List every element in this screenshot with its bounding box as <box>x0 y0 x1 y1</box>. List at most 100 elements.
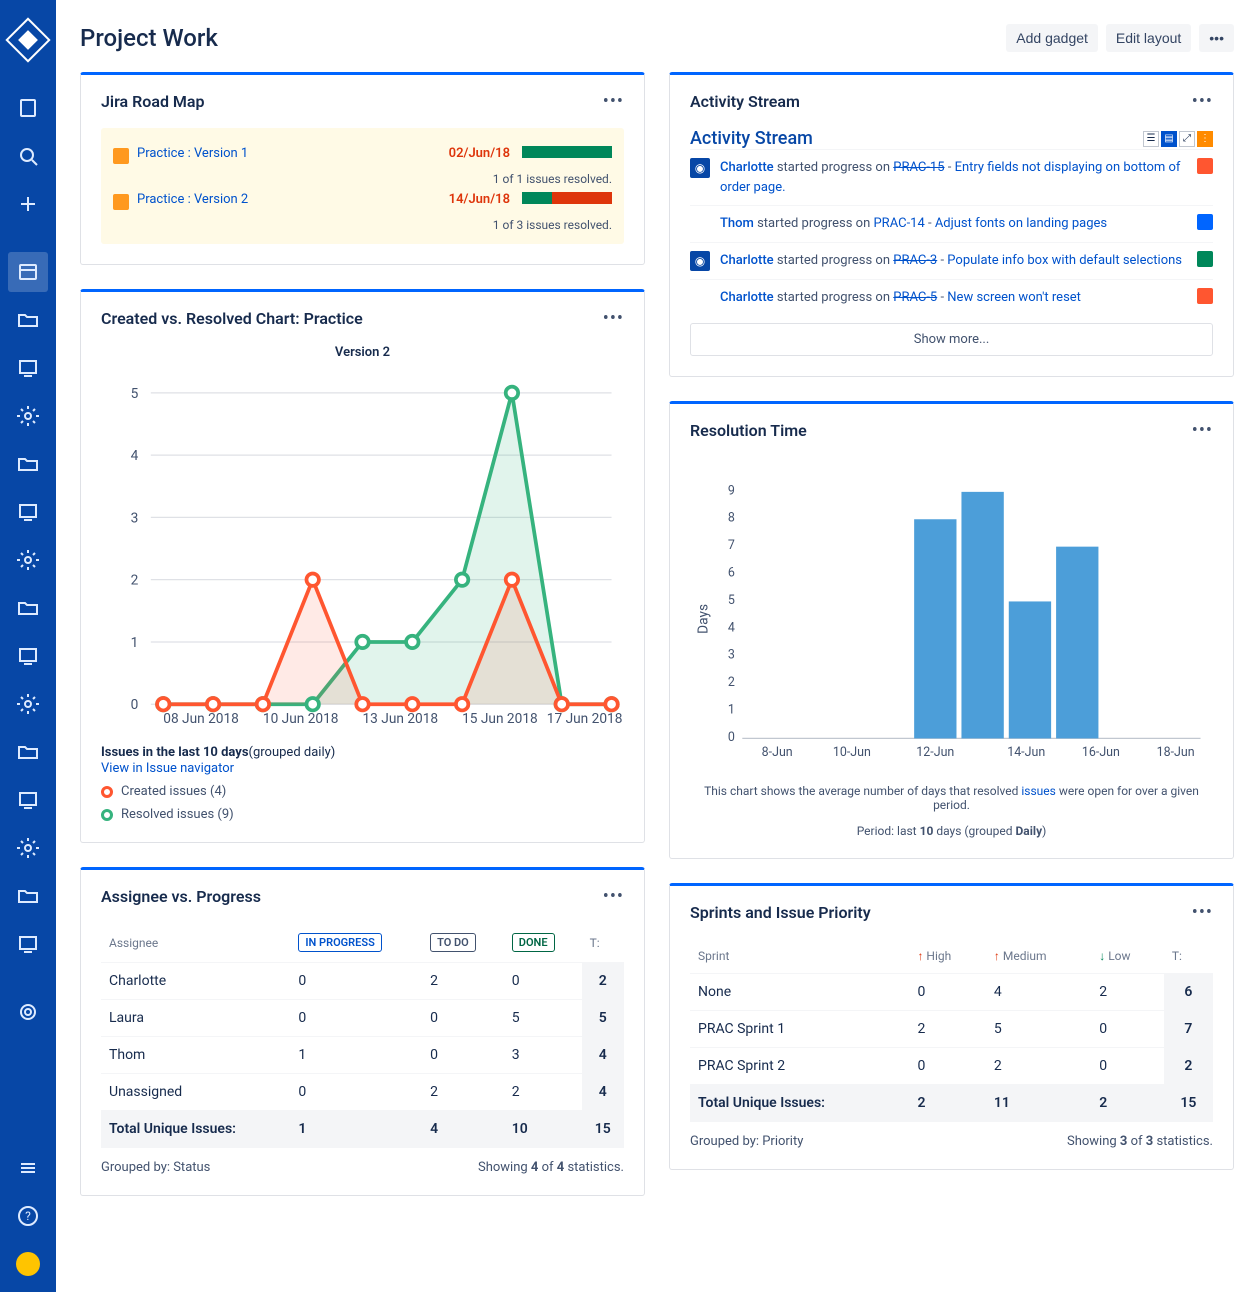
issue-link[interactable]: PRAC-15 <box>893 160 944 175</box>
issues-link[interactable]: issues <box>1021 784 1055 798</box>
created-resolved-title: Created vs. Resolved Chart: Practice <box>101 309 363 328</box>
status-badge <box>1197 158 1213 174</box>
assignee-title: Assignee vs. Progress <box>101 887 261 906</box>
svg-text:14-Jun: 14-Jun <box>1007 745 1045 760</box>
issue-link[interactable]: PRAC-5 <box>893 290 937 305</box>
svg-text:3: 3 <box>131 510 139 526</box>
dashboard-icon[interactable] <box>8 252 48 292</box>
jira-logo-icon[interactable] <box>5 17 50 62</box>
screen-icon[interactable] <box>8 492 48 532</box>
gear-icon[interactable] <box>8 540 48 580</box>
resolution-caption: This chart shows the average number of d… <box>690 784 1213 812</box>
activity-user[interactable]: Charlotte <box>720 253 774 268</box>
arrow-down-icon: ↓ <box>1099 949 1105 963</box>
edit-layout-button[interactable]: Edit layout <box>1106 24 1191 52</box>
svg-text:10-Jun: 10-Jun <box>833 745 871 760</box>
table-row: Unassigned0224 <box>101 1074 624 1111</box>
col-done: DONE <box>512 933 555 952</box>
issue-link[interactable]: PRAC-14 <box>873 216 924 231</box>
folder-icon[interactable] <box>8 444 48 484</box>
roadmap-link[interactable]: Practice : Version 2 <box>137 192 441 207</box>
package-icon <box>113 148 129 164</box>
screen-icon[interactable] <box>8 348 48 388</box>
activity-desc[interactable]: New screen won't reset <box>947 290 1081 305</box>
expand-icon[interactable]: ⤢ <box>1179 131 1195 147</box>
folder-icon[interactable] <box>8 876 48 916</box>
show-more-button[interactable]: Show more... <box>690 323 1213 356</box>
svg-text:08 Jun 2018: 08 Jun 2018 <box>163 711 239 727</box>
svg-text:13 Jun 2018: 13 Jun 2018 <box>362 711 438 727</box>
more-button[interactable]: ••• <box>1199 24 1234 52</box>
table-row: Laura0055 <box>101 1000 624 1037</box>
grid-view-icon[interactable]: ▤ <box>1161 131 1177 147</box>
plus-icon[interactable] <box>8 184 48 224</box>
legend-created: Created issues (4) <box>121 784 226 799</box>
search-icon[interactable] <box>8 136 48 176</box>
roadmap-sub: 1 of 3 issues resolved. <box>113 218 612 232</box>
grouped-by: Grouped by: Status <box>101 1160 210 1175</box>
status-badge <box>1197 288 1213 304</box>
legend-resolved-marker <box>101 809 113 821</box>
screen-icon[interactable] <box>8 780 48 820</box>
activity-desc[interactable]: Adjust fonts on landing pages <box>935 216 1107 231</box>
card-menu-icon[interactable]: ••• <box>1192 420 1213 441</box>
svg-text:5: 5 <box>131 386 139 402</box>
rss-icon[interactable]: ⋮ <box>1197 131 1213 147</box>
roadmap-link[interactable]: Practice : Version 1 <box>137 146 441 161</box>
screen-icon[interactable] <box>8 924 48 964</box>
gear-icon[interactable] <box>8 684 48 724</box>
legend-resolved: Resolved issues (9) <box>121 807 234 822</box>
svg-text:?: ? <box>25 1209 31 1223</box>
activity-user[interactable]: Charlotte <box>720 160 774 175</box>
roadmap-date: 14/Jun/18 <box>449 192 510 207</box>
col-total: T: <box>1164 939 1213 974</box>
folder-icon[interactable] <box>8 588 48 628</box>
svg-text:10 Jun 2018: 10 Jun 2018 <box>263 711 339 727</box>
activity-item: Thom started progress on PRAC-14 - Adjus… <box>690 205 1213 242</box>
card-menu-icon[interactable]: ••• <box>603 886 624 907</box>
add-gadget-button[interactable]: Add gadget <box>1006 24 1098 52</box>
resolution-period: Period: last 10 days (grouped Daily) <box>690 824 1213 838</box>
list-view-icon[interactable]: ☰ <box>1143 131 1159 147</box>
grouped-by: Grouped by: Priority <box>690 1134 803 1149</box>
doc-icon[interactable] <box>8 88 48 128</box>
card-menu-icon[interactable]: ••• <box>1192 902 1213 923</box>
svg-text:2: 2 <box>131 573 139 589</box>
resolution-card: Resolution Time ••• 98 76 54 32 10 Days <box>669 401 1234 859</box>
total-row: Total Unique Issues:141015 <box>101 1111 624 1148</box>
gear-icon[interactable] <box>8 828 48 868</box>
view-navigator-link[interactable]: View in Issue navigator <box>101 761 234 776</box>
folder-icon[interactable] <box>8 732 48 772</box>
col-total: T: <box>582 923 624 963</box>
card-menu-icon[interactable]: ••• <box>603 308 624 329</box>
activity-user[interactable]: Charlotte <box>720 290 774 305</box>
screen-icon[interactable] <box>8 636 48 676</box>
user-avatar[interactable] <box>16 1252 40 1276</box>
card-menu-icon[interactable]: ••• <box>1192 91 1213 112</box>
svg-text:4: 4 <box>728 620 735 635</box>
assignee-card: Assignee vs. Progress ••• Assignee IN PR… <box>80 867 645 1196</box>
activity-title: Activity Stream <box>690 92 800 111</box>
sprints-card: Sprints and Issue Priority ••• Sprint ↑ … <box>669 883 1234 1170</box>
svg-text:1: 1 <box>728 703 735 718</box>
status-badge <box>1197 251 1213 267</box>
issue-link[interactable]: PRAC-3 <box>893 253 937 268</box>
gear-icon[interactable] <box>8 396 48 436</box>
status-badge <box>1197 214 1213 230</box>
activity-subtitle: Activity Stream <box>690 128 813 149</box>
chart-footer-note: (grouped daily) <box>249 745 336 760</box>
table-row: Thom1034 <box>101 1037 624 1074</box>
svg-text:8-Jun: 8-Jun <box>762 745 793 760</box>
activity-user[interactable]: Thom <box>720 216 754 231</box>
svg-text:16-Jun: 16-Jun <box>1082 745 1120 760</box>
chart-footer-bold: Issues in the last 10 days <box>101 745 249 760</box>
settings-gear-icon[interactable] <box>8 992 48 1032</box>
help-icon[interactable]: ? <box>8 1196 48 1236</box>
svg-text:7: 7 <box>728 538 735 553</box>
svg-text:3: 3 <box>728 648 735 663</box>
menu-icon[interactable] <box>8 1148 48 1188</box>
card-menu-icon[interactable]: ••• <box>603 91 624 112</box>
activity-desc[interactable]: Populate info box with default selection… <box>947 253 1182 268</box>
folder-icon[interactable] <box>8 300 48 340</box>
roadmap-card: Jira Road Map ••• Practice : Version 1 0… <box>80 72 645 265</box>
